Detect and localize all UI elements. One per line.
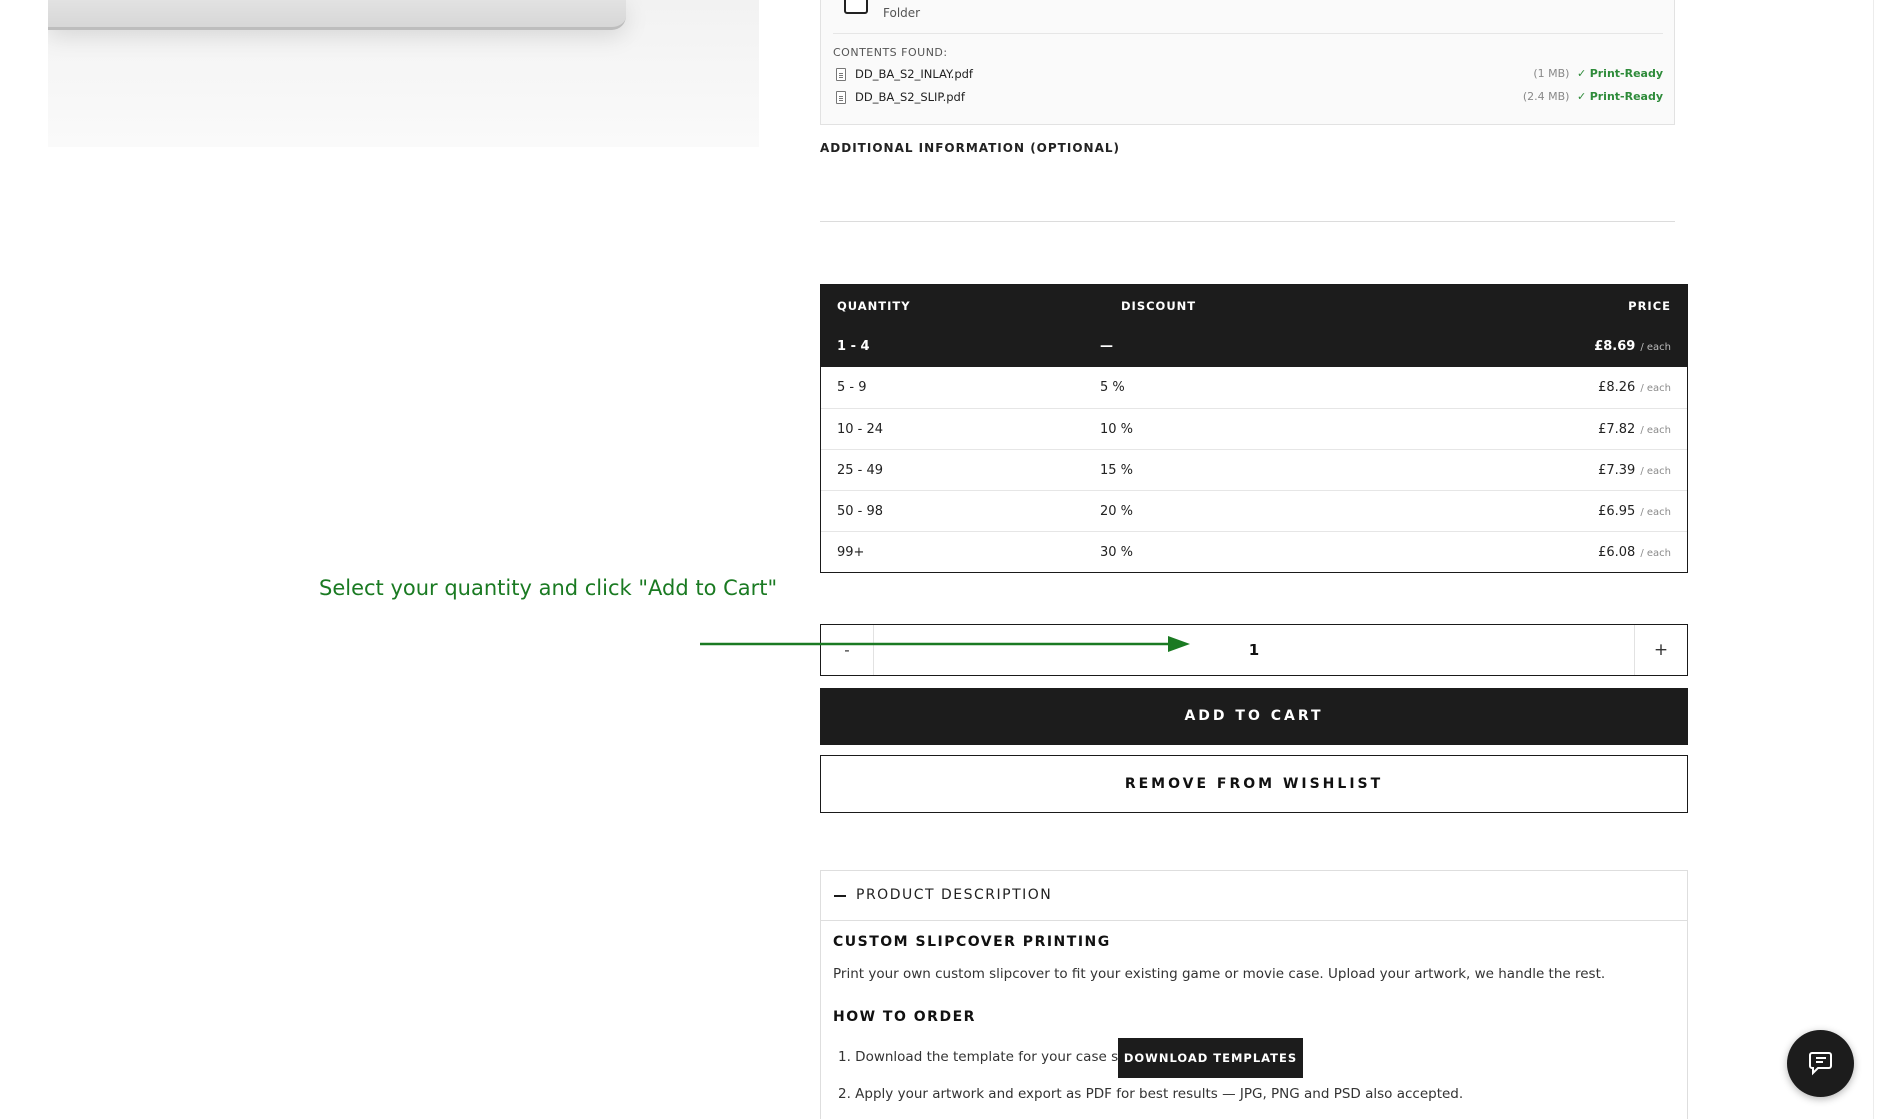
row-price-wrap: £6.95 / each	[1598, 504, 1671, 519]
download-templates-button[interactable]: DOWNLOAD TEMPLATES	[1118, 1038, 1303, 1078]
row-quantity: 50 - 98	[837, 504, 884, 519]
document-icon	[836, 91, 846, 104]
annotation-arrow	[700, 636, 1190, 652]
row-each: / each	[1640, 466, 1671, 477]
row-price: £7.39	[1598, 463, 1636, 478]
order-step-2: 2. Apply your artwork and export as PDF …	[838, 1086, 1464, 1102]
header-quantity: QUANTITY	[837, 299, 911, 313]
row-price-wrap: £6.08 / each	[1598, 545, 1671, 560]
increase-quantity-button[interactable]: +	[1634, 625, 1687, 675]
row-each: / each	[1640, 342, 1671, 353]
row-price: £8.69	[1594, 339, 1636, 354]
table-row[interactable]: 10 - 24 10 % £7.82 / each	[821, 408, 1687, 449]
folder-label: Folder	[883, 6, 921, 20]
folder-icon	[844, 0, 868, 14]
additional-info-label: ADDITIONAL INFORMATION (OPTIONAL)	[820, 141, 1120, 155]
order-step-1: 1. Download the template for your case s…	[838, 1049, 1138, 1065]
product-description-toggle[interactable]: PRODUCT DESCRIPTION	[821, 871, 1687, 921]
how-to-order-heading: HOW TO ORDER	[833, 1009, 976, 1025]
row-quantity: 1 - 4	[837, 339, 870, 354]
row-each: / each	[1640, 425, 1671, 436]
check-icon: ✓	[1576, 67, 1587, 80]
product-page: Folder CONTENTS FOUND: DD_BA_S2_INLAY.pd…	[0, 0, 1878, 1119]
row-discount: 10 %	[1100, 422, 1134, 437]
row-each: / each	[1640, 383, 1671, 394]
product-description-accordion: PRODUCT DESCRIPTION CUSTOM SLIPCOVER PRI…	[820, 870, 1688, 1119]
row-price-wrap: £8.69 / each	[1594, 339, 1671, 354]
document-icon	[836, 68, 846, 81]
row-quantity: 25 - 49	[837, 463, 884, 478]
row-quantity: 99+	[837, 545, 865, 560]
file-size: (1 MB)	[1533, 67, 1570, 80]
row-quantity: 10 - 24	[837, 422, 884, 437]
minus-icon	[834, 895, 846, 897]
table-row[interactable]: 99+ 30 % £6.08 / each	[821, 531, 1687, 572]
file-meta: (1 MB) ✓ Print-Ready	[1533, 67, 1663, 80]
scrollbar-edge	[1873, 0, 1874, 1119]
annotation-text: Select your quantity and click "Add to C…	[319, 576, 778, 600]
table-row[interactable]: 5 - 9 5 % £8.26 / each	[821, 367, 1687, 408]
row-each: / each	[1640, 507, 1671, 518]
chat-button[interactable]	[1787, 1030, 1854, 1097]
product-image	[48, 0, 759, 147]
row-discount: 5 %	[1100, 380, 1125, 395]
file-meta: (2.4 MB) ✓ Print-Ready	[1523, 90, 1663, 103]
remove-from-wishlist-button[interactable]: REMOVE FROM WISHLIST	[820, 755, 1688, 813]
chat-icon	[1809, 1052, 1832, 1076]
table-row[interactable]: 25 - 49 15 % £7.39 / each	[821, 449, 1687, 490]
row-price-wrap: £7.82 / each	[1598, 422, 1671, 437]
row-discount: 30 %	[1100, 545, 1134, 560]
file-name: DD_BA_S2_SLIP.pdf	[855, 90, 965, 104]
row-price: £6.08	[1598, 545, 1636, 560]
quantity-discount-table: QUANTITY DISCOUNT PRICE 1 - 4 — £8.69 / e…	[820, 284, 1688, 573]
file-size: (2.4 MB)	[1522, 90, 1570, 103]
description-intro: Print your own custom slipcover to fit y…	[833, 966, 1606, 982]
row-price-wrap: £7.39 / each	[1598, 463, 1671, 478]
check-icon: ✓	[1576, 90, 1587, 103]
row-quantity: 5 - 9	[837, 380, 867, 395]
additional-info-input[interactable]	[820, 221, 1675, 222]
row-each: / each	[1640, 548, 1671, 559]
add-to-cart-button[interactable]: ADD TO CART	[820, 688, 1688, 745]
header-price: PRICE	[1628, 299, 1671, 313]
row-price-wrap: £8.26 / each	[1598, 380, 1671, 395]
table-row[interactable]: 50 - 98 20 % £6.95 / each	[821, 490, 1687, 531]
file-row: DD_BA_S2_INLAY.pdf (1 MB) ✓ Print-Ready	[833, 65, 1663, 85]
contents-found-title: CONTENTS FOUND:	[833, 46, 948, 59]
row-discount: 15 %	[1100, 463, 1134, 478]
table-row[interactable]: 1 - 4 — £8.69 / each	[821, 326, 1687, 367]
file-row: DD_BA_S2_SLIP.pdf (2.4 MB) ✓ Print-Ready	[833, 88, 1663, 108]
uploaded-files-card: Folder CONTENTS FOUND: DD_BA_S2_INLAY.pd…	[820, 0, 1675, 125]
folder-row[interactable]: Folder	[833, 0, 1663, 34]
file-name: DD_BA_S2_INLAY.pdf	[855, 67, 973, 81]
row-price: £8.26	[1598, 380, 1636, 395]
file-status: Print-Ready	[1589, 67, 1663, 80]
file-status: Print-Ready	[1589, 90, 1663, 103]
table-header: QUANTITY DISCOUNT PRICE	[821, 285, 1687, 326]
slipcover-box-shape	[48, 0, 626, 30]
row-discount: —	[1100, 339, 1113, 354]
description-heading: CUSTOM SLIPCOVER PRINTING	[833, 934, 1111, 950]
row-discount: 20 %	[1100, 504, 1134, 519]
row-price: £7.82	[1598, 422, 1636, 437]
header-discount: DISCOUNT	[1121, 299, 1197, 313]
accordion-title: PRODUCT DESCRIPTION	[856, 887, 1053, 903]
row-price: £6.95	[1598, 504, 1636, 519]
